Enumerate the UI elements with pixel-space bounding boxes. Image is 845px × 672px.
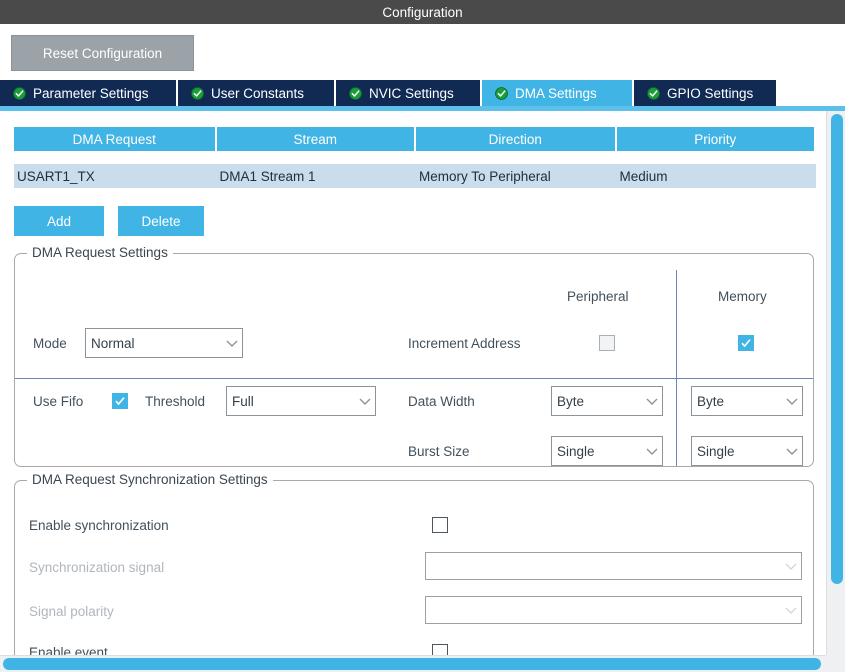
column-header-direction[interactable]: Direction [416,127,615,151]
delete-label: Delete [141,213,181,229]
dma-request-settings-legend: DMA Request Settings [27,245,173,260]
burst-size-memory-combobox[interactable]: Single [691,436,803,466]
mode-value: Normal [91,335,135,351]
add-label: Add [46,213,72,229]
tab-parameter-settings[interactable]: Parameter Settings [0,80,176,106]
green-check-circle-icon [13,86,26,100]
horizontal-scrollbar-thumb[interactable] [3,658,821,670]
scrollbar-corner [826,655,845,672]
toolbar: Reset Configuration [0,24,845,80]
column-header-dma-request[interactable]: DMA Request [14,127,215,151]
vertical-scrollbar[interactable] [826,111,845,655]
synchronization-signal-label: Synchronization signal [29,560,165,575]
increment-address-memory-checkbox[interactable] [738,335,754,351]
enable-event-label: Enable event [29,645,108,655]
memory-column-header: Memory [718,289,767,304]
add-button[interactable]: Add [14,206,104,236]
threshold-label: Threshold [145,394,206,409]
column-divider-upper [676,270,677,378]
increment-address-peripheral-checkbox[interactable] [599,335,615,351]
tab-label: User Constants [211,85,305,101]
settings-tabstrip: Parameter Settings User Constants NVIC Set… [0,80,845,106]
threshold-combobox[interactable]: Full [226,386,376,416]
burst-size-peripheral-value: Single [557,443,595,459]
tab-dma-settings[interactable]: DMA Settings [482,80,632,106]
dma-settings-panel: DMA Request Stream Direction Priority USART… [0,111,845,655]
green-check-circle-icon [495,86,508,100]
use-fifo-label: Use Fifo [33,394,84,409]
column-header-priority[interactable]: Priority [616,127,814,151]
green-check-circle-icon [647,86,660,100]
tab-gpio-settings[interactable]: GPIO Settings [634,80,776,106]
tab-user-constants[interactable]: User Constants [178,80,334,106]
increment-address-label: Increment Address [408,336,521,351]
request-settings-row-divider [15,378,813,379]
chevron-down-icon [222,329,242,357]
cell-dma-request: USART1_TX [17,168,95,184]
green-check-circle-icon [349,86,362,100]
tab-label: GPIO Settings [667,85,754,101]
data-width-label: Data Width [408,394,475,409]
burst-size-peripheral-combobox[interactable]: Single [551,436,663,466]
horizontal-scrollbar[interactable] [0,655,826,672]
peripheral-column-header: Peripheral [567,289,629,304]
reset-configuration-button[interactable]: Reset Configuration [11,35,194,71]
data-width-memory-value: Byte [697,393,725,409]
chevron-down-icon [642,437,662,465]
dma-sync-settings-legend: DMA Request Synchronization Settings [27,472,273,487]
mode-combobox[interactable]: Normal [85,328,243,358]
burst-size-memory-value: Single [697,443,735,459]
column-divider-lower [676,379,677,466]
reset-configuration-label: Reset Configuration [42,45,163,61]
enable-synchronization-label: Enable synchronization [29,518,169,533]
vertical-scrollbar-thumb[interactable] [831,114,843,584]
burst-size-label: Burst Size [408,444,470,459]
chevron-down-icon [781,597,801,623]
dma-request-settings-group: DMA Request Settings [14,245,814,467]
chevron-down-icon [782,437,802,465]
chevron-down-icon [355,387,375,415]
tab-label: DMA Settings [515,85,597,101]
tab-label: Parameter Settings [33,85,149,101]
table-row[interactable]: USART1_TX DMA1 Stream 1 Memory To Peripher… [14,164,816,188]
tab-label: NVIC Settings [369,85,454,101]
window-title: Configuration [382,4,463,20]
mode-label: Mode [33,336,67,351]
use-fifo-checkbox[interactable] [112,393,128,409]
delete-button[interactable]: Delete [118,206,204,236]
threshold-value: Full [232,393,254,409]
cell-priority: Medium [619,168,668,184]
dma-table-header: DMA Request Stream Direction Priority [14,127,816,151]
data-width-peripheral-combobox[interactable]: Byte [551,386,663,416]
synchronization-signal-combobox[interactable] [425,552,802,580]
chevron-down-icon [781,553,801,579]
configuration-dialog: Configuration Reset Configuration Parame… [0,0,845,672]
cell-stream: DMA1 Stream 1 [219,168,316,184]
enable-event-checkbox[interactable] [432,644,448,655]
cell-direction: Memory To Peripheral [419,168,551,184]
enable-synchronization-checkbox[interactable] [432,517,448,533]
green-check-circle-icon [191,86,204,100]
tab-nvic-settings[interactable]: NVIC Settings [336,80,480,106]
signal-polarity-label: Signal polarity [29,604,114,619]
data-width-memory-combobox[interactable]: Byte [691,386,803,416]
window-titlebar: Configuration [0,0,845,24]
column-header-stream[interactable]: Stream [216,127,414,151]
data-width-peripheral-value: Byte [557,393,585,409]
chevron-down-icon [642,387,662,415]
signal-polarity-combobox[interactable] [425,596,802,624]
chevron-down-icon [782,387,802,415]
